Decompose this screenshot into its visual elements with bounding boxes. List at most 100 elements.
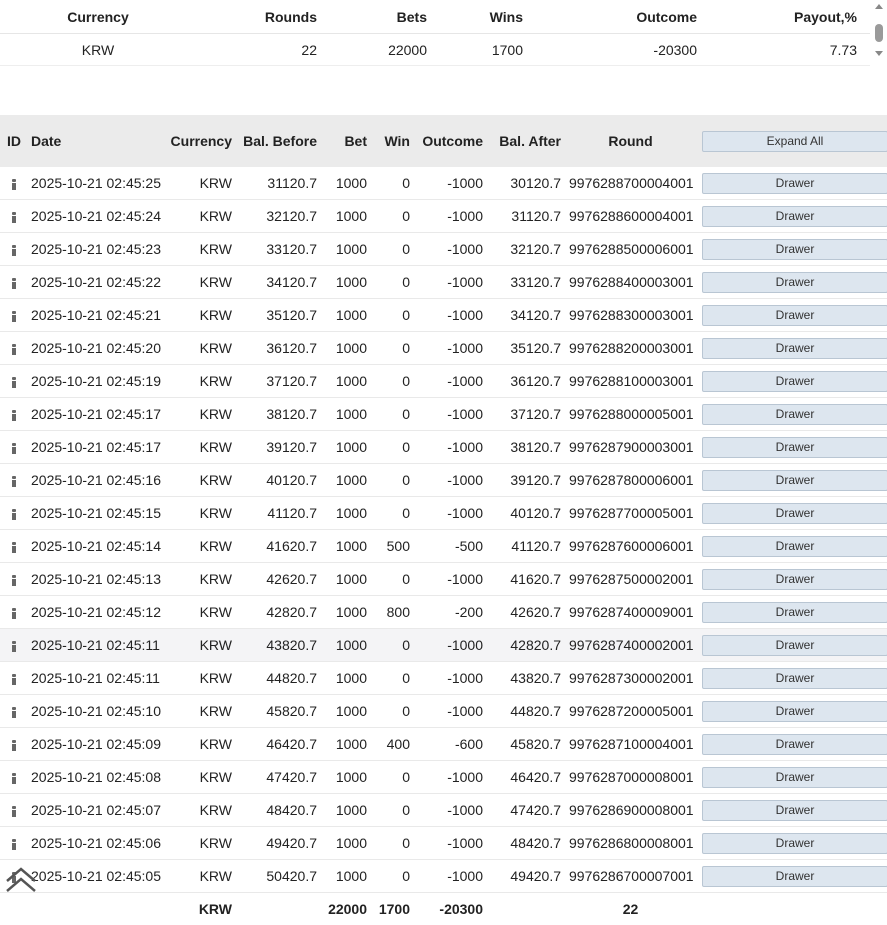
- summary-header-payout[interactable]: Payout,%: [710, 0, 870, 34]
- info-icon[interactable]: [10, 376, 18, 388]
- row-bet: 1000: [321, 431, 371, 464]
- info-icon[interactable]: [10, 508, 18, 520]
- row-win: 0: [371, 629, 414, 662]
- scroll-up-arrow-icon[interactable]: [875, 4, 883, 9]
- header-bal-before[interactable]: Bal. Before: [236, 115, 321, 167]
- row-bet: 1000: [321, 728, 371, 761]
- info-icon[interactable]: [10, 442, 18, 454]
- row-currency: KRW: [161, 332, 236, 365]
- total-win: 1700: [371, 893, 414, 925]
- drawer-button[interactable]: Drawer: [702, 635, 887, 656]
- row-date: 2025-10-21 02:45:11: [27, 662, 161, 695]
- table-row: 2025-10-21 02:45:23KRW33120.710000-10003…: [0, 233, 887, 266]
- expand-all-button[interactable]: Expand All: [702, 131, 887, 152]
- info-icon[interactable]: [10, 739, 18, 751]
- row-id-cell: [0, 332, 27, 365]
- drawer-button[interactable]: Drawer: [702, 239, 887, 260]
- header-bal-after[interactable]: Bal. After: [487, 115, 565, 167]
- info-icon[interactable]: [10, 541, 18, 553]
- info-icon[interactable]: [10, 343, 18, 355]
- drawer-button[interactable]: Drawer: [702, 833, 887, 854]
- scrollbar-thumb[interactable]: [875, 24, 883, 42]
- row-bet: 1000: [321, 827, 371, 860]
- row-id-cell: [0, 167, 27, 200]
- info-icon[interactable]: [10, 673, 18, 685]
- drawer-button[interactable]: Drawer: [702, 734, 887, 755]
- info-icon[interactable]: [10, 805, 18, 817]
- info-icon[interactable]: [10, 706, 18, 718]
- row-bal-before: 31120.7: [236, 167, 321, 200]
- header-win[interactable]: Win: [371, 115, 414, 167]
- drawer-button[interactable]: Drawer: [702, 206, 887, 227]
- drawer-button[interactable]: Drawer: [702, 866, 887, 887]
- info-icon[interactable]: [10, 211, 18, 223]
- scroll-down-arrow-icon[interactable]: [875, 51, 883, 56]
- info-icon[interactable]: [10, 838, 18, 850]
- info-icon[interactable]: [10, 475, 18, 487]
- info-icon[interactable]: [10, 607, 18, 619]
- row-round: 9976288200003001: [565, 332, 696, 365]
- info-icon[interactable]: [10, 409, 18, 421]
- drawer-button[interactable]: Drawer: [702, 602, 887, 623]
- drawer-button[interactable]: Drawer: [702, 503, 887, 524]
- row-outcome: -1000: [414, 332, 487, 365]
- table-row: 2025-10-21 02:45:12KRW42820.71000800-200…: [0, 596, 887, 629]
- header-id[interactable]: ID: [0, 115, 27, 167]
- row-win: 0: [371, 200, 414, 233]
- total-bet: 22000: [321, 893, 371, 925]
- drawer-button[interactable]: Drawer: [702, 338, 887, 359]
- info-icon[interactable]: [10, 244, 18, 256]
- drawer-button[interactable]: Drawer: [702, 272, 887, 293]
- row-bal-before: 37120.7: [236, 365, 321, 398]
- info-icon[interactable]: [10, 574, 18, 586]
- row-outcome: -1000: [414, 200, 487, 233]
- drawer-button[interactable]: Drawer: [702, 800, 887, 821]
- info-icon[interactable]: [10, 310, 18, 322]
- drawer-button[interactable]: Drawer: [702, 305, 887, 326]
- row-win: 0: [371, 365, 414, 398]
- header-round[interactable]: Round: [565, 115, 696, 167]
- row-win: 0: [371, 860, 414, 893]
- drawer-button[interactable]: Drawer: [702, 371, 887, 392]
- summary-header-rounds[interactable]: Rounds: [196, 0, 330, 34]
- drawer-button[interactable]: Drawer: [702, 569, 887, 590]
- info-icon[interactable]: [10, 178, 18, 190]
- summary-header-currency[interactable]: Currency: [0, 0, 196, 34]
- header-outcome[interactable]: Outcome: [414, 115, 487, 167]
- row-id-cell: [0, 365, 27, 398]
- summary-row: KRW 22 22000 1700 -20300 7.73: [0, 34, 870, 66]
- header-date[interactable]: Date: [27, 115, 161, 167]
- row-bet: 1000: [321, 398, 371, 431]
- drawer-button[interactable]: Drawer: [702, 404, 887, 425]
- row-bal-before: 34120.7: [236, 266, 321, 299]
- row-bet: 1000: [321, 464, 371, 497]
- row-outcome: -1000: [414, 365, 487, 398]
- table-row: 2025-10-21 02:45:11KRW43820.710000-10004…: [0, 629, 887, 662]
- drawer-button[interactable]: Drawer: [702, 470, 887, 491]
- row-id-cell: [0, 761, 27, 794]
- drawer-button[interactable]: Drawer: [702, 767, 887, 788]
- info-icon[interactable]: [10, 640, 18, 652]
- summary-header-bets[interactable]: Bets: [330, 0, 440, 34]
- drawer-button[interactable]: Drawer: [702, 536, 887, 557]
- info-icon[interactable]: [10, 772, 18, 784]
- row-bal-after: 37120.7: [487, 398, 565, 431]
- header-currency[interactable]: Currency: [161, 115, 236, 167]
- row-outcome: -1000: [414, 233, 487, 266]
- summary-header-wins[interactable]: Wins: [440, 0, 536, 34]
- summary-header-outcome[interactable]: Outcome: [536, 0, 710, 34]
- drawer-button[interactable]: Drawer: [702, 437, 887, 458]
- drawer-button[interactable]: Drawer: [702, 173, 887, 194]
- summary-scrollbar[interactable]: [872, 4, 886, 58]
- info-icon[interactable]: [10, 277, 18, 289]
- row-currency: KRW: [161, 827, 236, 860]
- drawer-button[interactable]: Drawer: [702, 668, 887, 689]
- header-bet[interactable]: Bet: [321, 115, 371, 167]
- drawer-button[interactable]: Drawer: [702, 701, 887, 722]
- row-win: 0: [371, 563, 414, 596]
- row-bal-before: 36120.7: [236, 332, 321, 365]
- table-row: 2025-10-21 02:45:08KRW47420.710000-10004…: [0, 761, 887, 794]
- scroll-to-top-button[interactable]: [4, 862, 38, 896]
- row-currency: KRW: [161, 200, 236, 233]
- summary-payout: 7.73: [710, 34, 870, 66]
